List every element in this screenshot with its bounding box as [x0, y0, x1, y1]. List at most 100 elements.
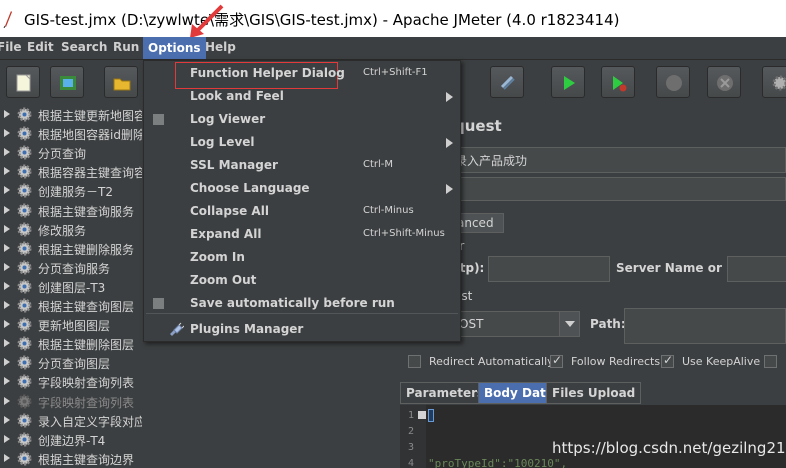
tab-files-upload[interactable]: Files Upload	[546, 382, 642, 404]
protocol-field[interactable]	[488, 256, 610, 282]
tree-item[interactable]: 创建图层-T3	[0, 277, 142, 296]
tree-item-label: 根据主键更新地图容	[38, 109, 142, 123]
tree-item[interactable]: 根据地图容器id删除	[0, 124, 142, 143]
stop-button[interactable]	[656, 66, 690, 98]
expand-arrow-icon[interactable]	[4, 396, 10, 405]
expand-arrow-icon[interactable]	[4, 205, 10, 214]
tree-item[interactable]: 根据主键查询图层	[0, 296, 142, 315]
templates-button[interactable]	[50, 66, 84, 98]
menu-item-label: Save automatically before run	[190, 296, 395, 310]
fold-icon[interactable]	[418, 411, 426, 419]
menu-item-zoom-out[interactable]: Zoom Out	[144, 269, 460, 292]
menu-item-label: Log Viewer	[190, 112, 266, 126]
comments-field[interactable]	[452, 177, 786, 201]
toggle-button[interactable]	[490, 66, 524, 98]
templates-icon	[60, 76, 76, 90]
expand-arrow-icon[interactable]	[4, 453, 10, 462]
menu-search[interactable]: Search	[61, 40, 107, 54]
method-select[interactable]: OST	[452, 311, 580, 337]
checkbox-icon[interactable]	[153, 298, 164, 309]
checkbox-box[interactable]	[661, 353, 674, 368]
expand-arrow-icon[interactable]	[4, 129, 10, 138]
menu-item-look-and-feel[interactable]: Look and Feel	[144, 85, 460, 108]
expand-arrow-icon[interactable]	[4, 358, 10, 367]
menu-item-expand-all[interactable]: Expand All Ctrl+Shift-Minus	[144, 223, 460, 246]
expand-arrow-icon[interactable]	[4, 167, 10, 176]
sampler-gear-icon	[17, 336, 32, 351]
menu-item-function-helper-dialog[interactable]: Function Helper Dialog Ctrl+Shift-F1	[144, 62, 460, 89]
tree-item-label: 录入自定义字段对应数据表数据	[38, 414, 142, 429]
body-data-editor[interactable]: 1 2 3 4 "proTypeId":"100210",	[400, 405, 786, 468]
checkbox-icon[interactable]	[153, 114, 164, 125]
path-field[interactable]	[624, 308, 786, 344]
tree-item[interactable]: 分页查询	[0, 143, 142, 162]
tree-item[interactable]: 创建服务－T2	[0, 181, 142, 200]
checkbox-box[interactable]	[764, 355, 777, 368]
settings-button[interactable]	[762, 66, 786, 98]
expand-arrow-icon[interactable]	[4, 415, 10, 424]
sampler-gear-icon	[17, 126, 32, 141]
expand-arrow-icon[interactable]	[4, 301, 10, 309]
server-name-field[interactable]	[727, 256, 786, 282]
menu-options[interactable]: Options	[143, 37, 206, 59]
tab-advanced[interactable]: anced	[454, 213, 504, 233]
expand-arrow-icon[interactable]	[4, 320, 10, 329]
menu-edit[interactable]: Edit	[27, 40, 54, 54]
sampler-gear-icon	[17, 451, 32, 466]
name-field[interactable]: 录入产品成功	[452, 147, 786, 173]
expand-arrow-icon[interactable]	[4, 377, 10, 386]
tab-parameters[interactable]: Parameters	[400, 382, 491, 404]
expand-arrow-icon[interactable]	[4, 110, 10, 118]
tree-item[interactable]: 创建边界-T4	[0, 430, 142, 449]
menu-file[interactable]: File	[0, 40, 22, 54]
panel-header: quest	[454, 117, 502, 135]
tree-item[interactable]: 修改服务	[0, 220, 142, 239]
shutdown-button[interactable]	[707, 66, 741, 98]
expand-arrow-icon[interactable]	[4, 262, 10, 271]
menu-item-log-level[interactable]: Log Level	[144, 131, 460, 154]
tree-item[interactable]: 分页查询服务	[0, 258, 142, 277]
tree-item[interactable]: 根据主键更新地图容	[0, 105, 142, 124]
menu-item-label: Function Helper Dialog	[190, 66, 345, 80]
menu-item-ssl-manager[interactable]: SSL Manager Ctrl-M	[144, 154, 460, 177]
menu-item-collapse-all[interactable]: Collapse All Ctrl-Minus	[144, 200, 460, 223]
tree-item[interactable]: 字段映射查询列表	[0, 392, 142, 411]
expand-arrow-icon[interactable]	[4, 243, 10, 252]
expand-arrow-icon[interactable]	[4, 434, 10, 443]
menu-item-label: Collapse All	[190, 204, 269, 218]
tree-item[interactable]: 字段映射查询列表	[0, 372, 142, 391]
expand-arrow-icon[interactable]	[4, 148, 10, 157]
new-button[interactable]	[6, 66, 40, 98]
checkbox-box[interactable]	[408, 355, 421, 368]
sampler-gear-icon	[17, 260, 32, 275]
menu-item-zoom-in[interactable]: Zoom In	[144, 246, 460, 269]
chevron-down-icon[interactable]	[559, 312, 579, 336]
tree-item-label: 更新地图图层	[38, 319, 111, 334]
tree-item[interactable]: 根据主键查询服务	[0, 201, 142, 220]
menu-item-choose-language[interactable]: Choose Language	[144, 177, 460, 200]
expand-arrow-icon[interactable]	[4, 186, 10, 195]
menu-run[interactable]: Run	[113, 40, 139, 54]
tree-item[interactable]: 更新地图图层	[0, 315, 142, 334]
menu-item-plugins-manager[interactable]: Plugins Manager	[144, 318, 460, 341]
tree-item[interactable]: 根据主键删除图层	[0, 334, 142, 353]
tree-item[interactable]: 分页查询图层	[0, 353, 142, 372]
menu-item-log-viewer[interactable]: Log Viewer	[144, 108, 460, 131]
tree-item-label: 分页查询	[38, 147, 87, 162]
menu-item-save-automatically[interactable]: Save automatically before run	[144, 292, 460, 315]
tree-item[interactable]: 录入自定义字段对应数据表数据	[0, 411, 142, 430]
tree-item[interactable]: 根据主键查询边界	[0, 449, 142, 468]
start-no-pauses-button[interactable]	[601, 66, 635, 98]
tree-item[interactable]: 根据容器主键查询容	[0, 162, 142, 181]
expand-arrow-icon[interactable]	[4, 339, 10, 348]
open-button[interactable]	[104, 66, 138, 98]
start-icon	[564, 76, 575, 90]
menu-help[interactable]: Help	[205, 40, 236, 54]
expand-arrow-icon[interactable]	[4, 281, 10, 290]
checkbox-box[interactable]	[550, 353, 563, 368]
sampler-gear-icon	[17, 107, 32, 122]
start-button[interactable]	[551, 66, 585, 98]
tree-item[interactable]: 根据主键删除服务	[0, 239, 142, 258]
expand-arrow-icon[interactable]	[4, 224, 10, 233]
jmeter-feather-icon	[3, 11, 12, 28]
